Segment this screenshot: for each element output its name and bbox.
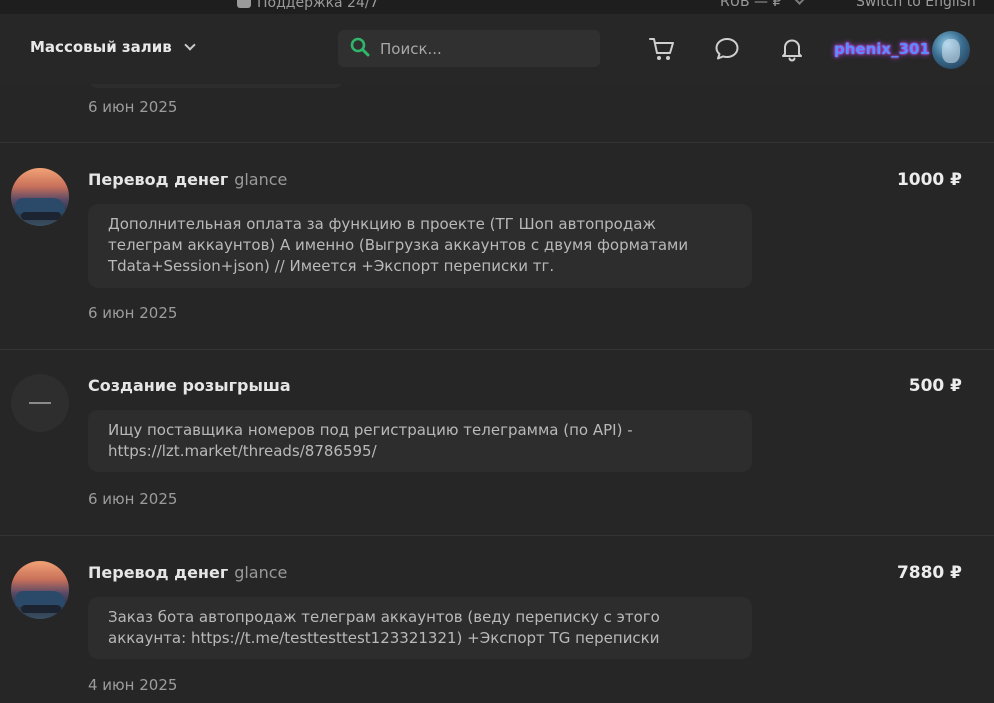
transaction-message: Заказ бота автопродаж телеграм аккаунтов… bbox=[88, 597, 752, 659]
sender-username[interactable]: glance bbox=[234, 563, 287, 582]
support-label: Поддержка 24/7 bbox=[257, 0, 379, 11]
divider bbox=[0, 349, 994, 350]
language-switch[interactable]: Switch to English bbox=[856, 0, 976, 10]
search-icon bbox=[350, 37, 370, 61]
top-strip: Поддержка 24/7 RUB — ₽ Switch to English bbox=[0, 0, 994, 14]
mass-upload-menu-button[interactable]: Массовый залив bbox=[30, 38, 196, 56]
search-box[interactable] bbox=[338, 30, 600, 67]
username-link[interactable]: phenix_301 bbox=[834, 40, 930, 58]
currency-selector[interactable]: RUB — ₽ bbox=[720, 0, 807, 10]
header: Массовый залив phenix_301 bbox=[0, 14, 994, 84]
transaction-type: Создание розыгрыша bbox=[88, 376, 291, 395]
support-link[interactable]: Поддержка 24/7 bbox=[237, 0, 379, 11]
transaction-feed: 6 июн 2025 Перевод денег glance 1000 ₽ До… bbox=[0, 84, 994, 703]
chat-icon[interactable] bbox=[712, 34, 742, 64]
transaction-date: 4 июн 2025 bbox=[88, 676, 178, 694]
transaction-title: Перевод денег glance bbox=[88, 563, 287, 582]
transaction-date: 6 июн 2025 bbox=[88, 98, 178, 116]
transaction-message: Дополнительная оплата за функцию в проек… bbox=[88, 204, 752, 288]
menu-label: Массовый залив bbox=[30, 38, 172, 56]
chevron-down-icon bbox=[184, 38, 196, 51]
bell-icon[interactable] bbox=[777, 34, 807, 64]
transaction-title: Перевод денег glance bbox=[88, 170, 287, 189]
dash-icon bbox=[29, 402, 51, 404]
currency-label: RUB — ₽ bbox=[720, 0, 782, 10]
divider bbox=[0, 142, 994, 143]
cart-icon[interactable] bbox=[647, 34, 677, 64]
divider bbox=[0, 535, 994, 536]
transaction-message: Ищу поставщика номеров под регистрацию т… bbox=[88, 410, 752, 472]
transaction-type: Перевод денег bbox=[88, 170, 229, 189]
sender-avatar[interactable] bbox=[11, 561, 69, 619]
search-input[interactable] bbox=[380, 39, 580, 58]
transaction-date: 6 июн 2025 bbox=[88, 304, 178, 322]
sender-avatar[interactable] bbox=[11, 168, 69, 226]
transaction-type: Перевод денег bbox=[88, 563, 229, 582]
transaction-title: Создание розыгрыша bbox=[88, 376, 291, 395]
transaction-amount: 500 ₽ bbox=[908, 376, 962, 396]
support-icon bbox=[237, 0, 251, 8]
previous-message-bubble bbox=[88, 84, 344, 88]
sender-username[interactable]: glance bbox=[234, 170, 287, 189]
no-avatar bbox=[11, 374, 69, 432]
transaction-amount: 7880 ₽ bbox=[896, 563, 962, 583]
transaction-date: 6 июн 2025 bbox=[88, 490, 178, 508]
transaction-amount: 1000 ₽ bbox=[896, 170, 962, 190]
user-avatar[interactable] bbox=[932, 31, 970, 69]
chevron-down-icon bbox=[793, 0, 807, 5]
